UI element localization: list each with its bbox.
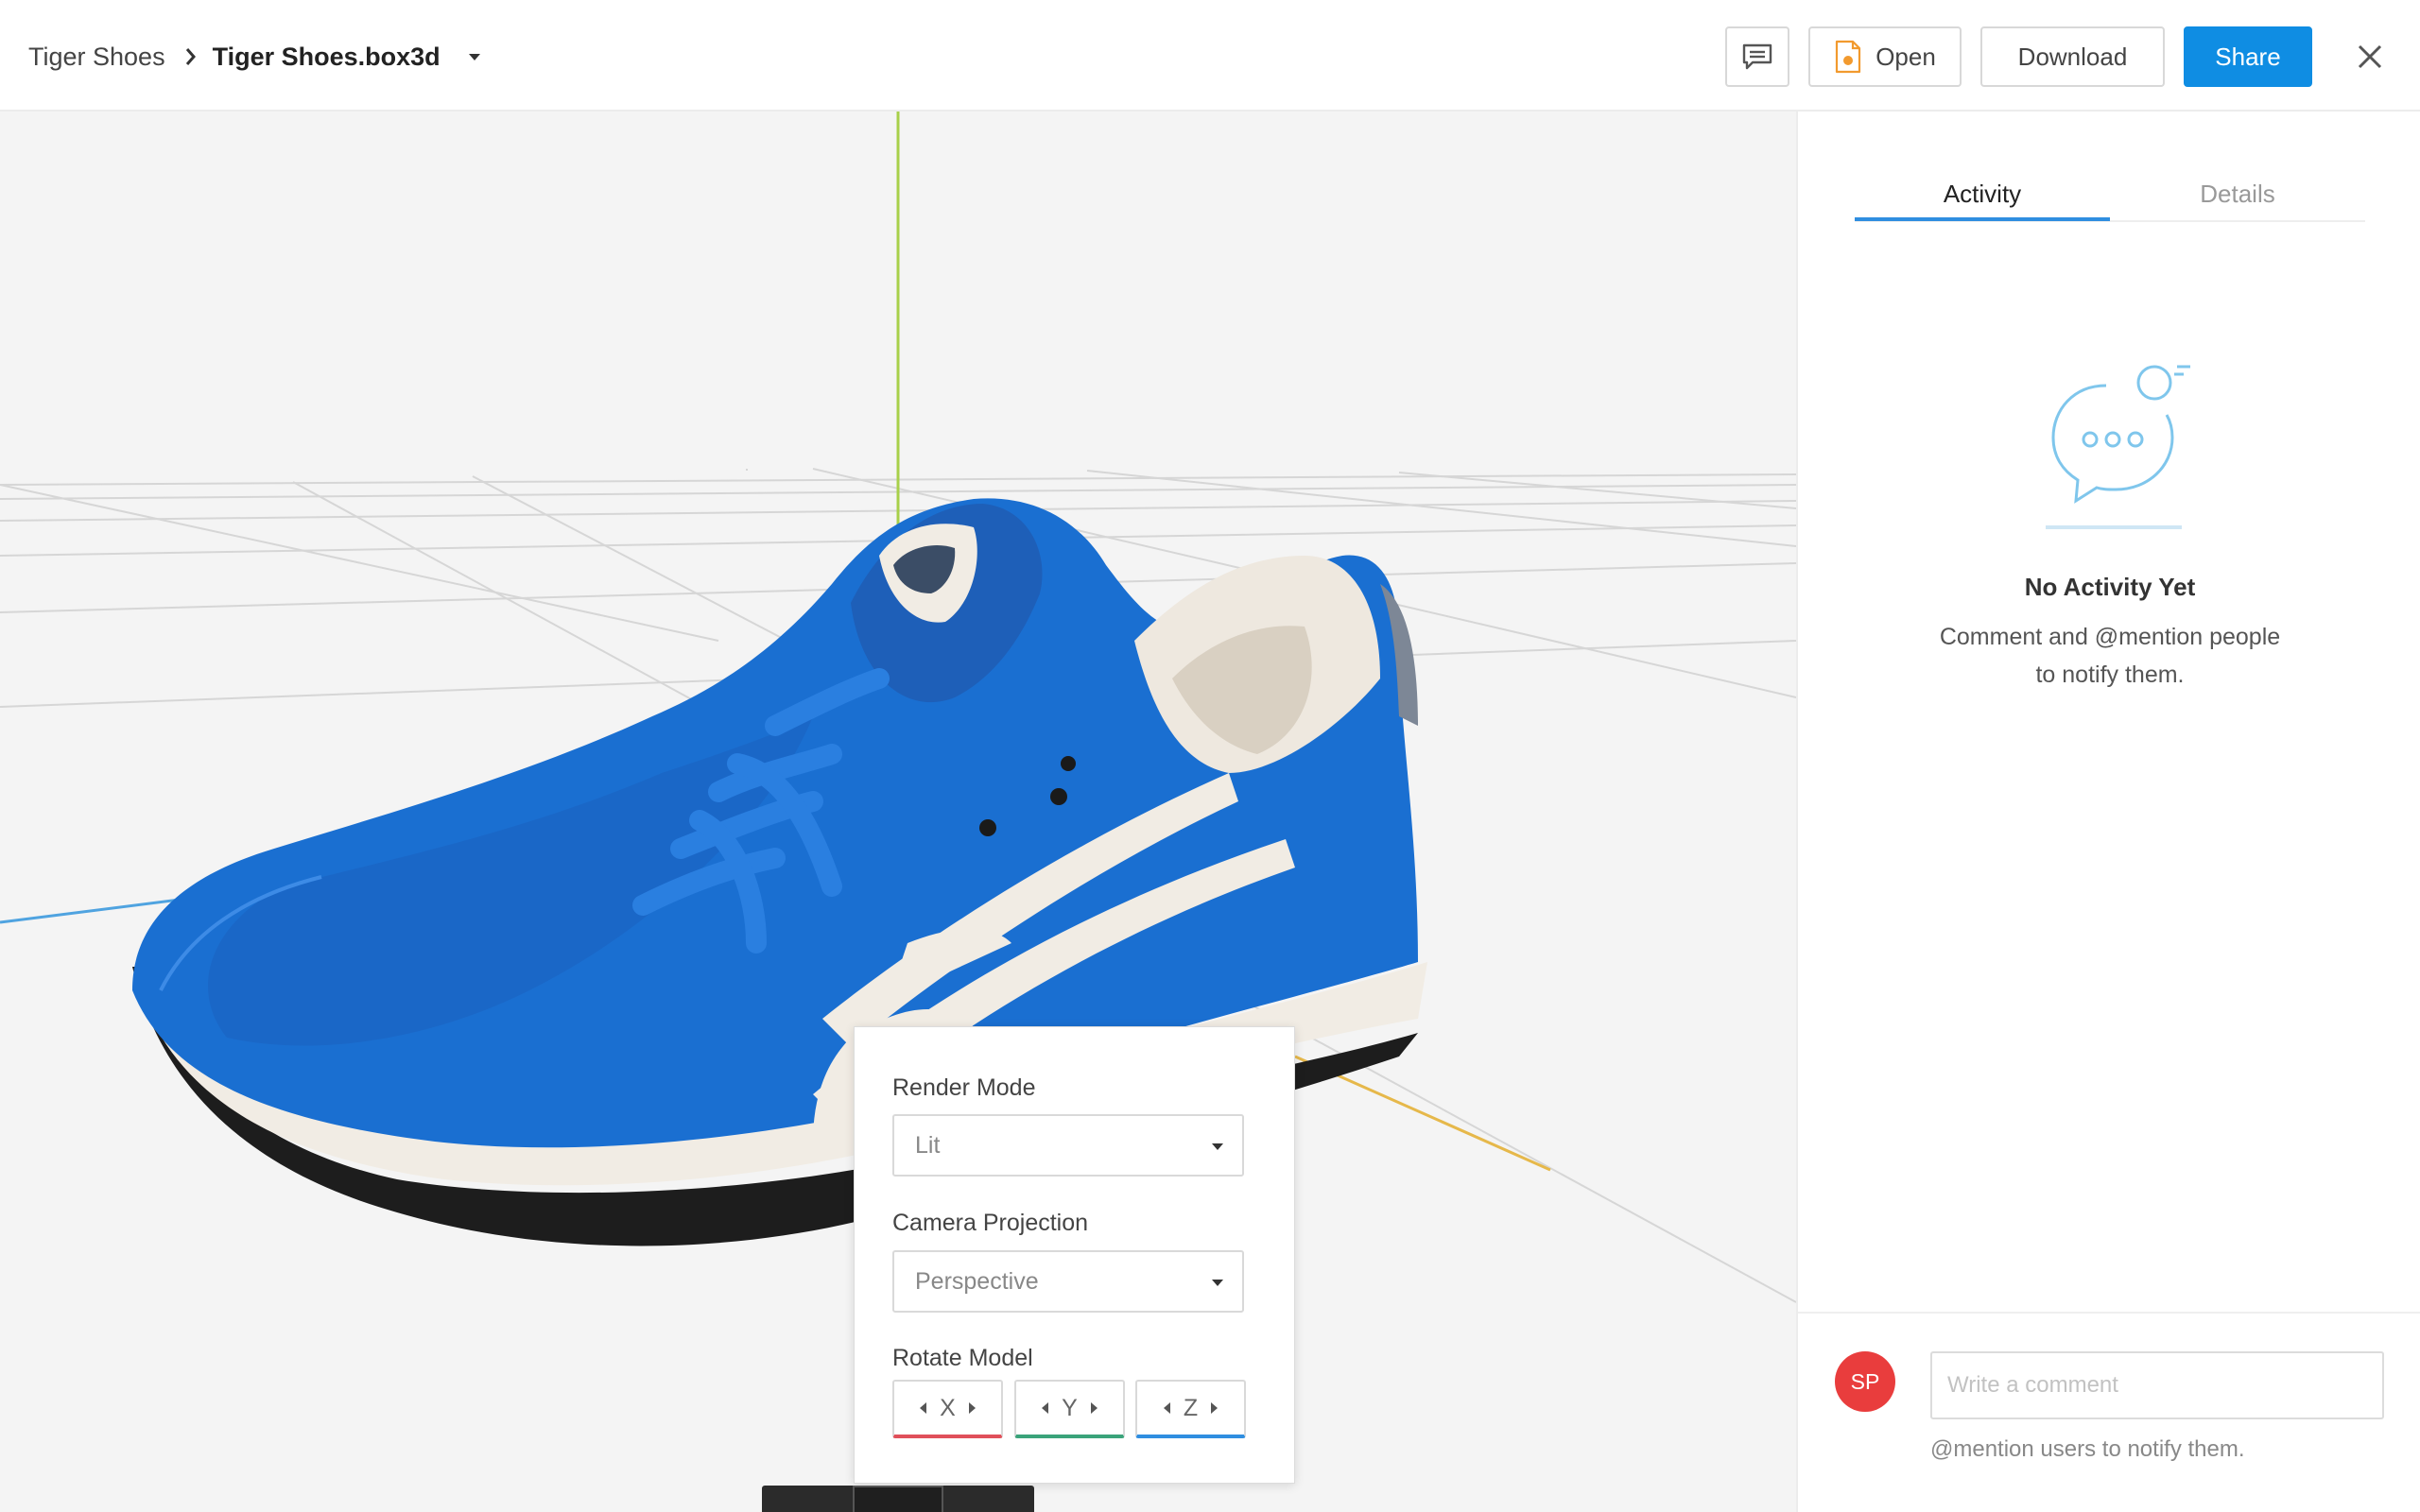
empty-state-title: No Activity Yet bbox=[2024, 573, 2196, 601]
camera-projection-select[interactable]: Perspective bbox=[892, 1250, 1244, 1313]
axis-z-label: Z bbox=[1183, 1394, 1199, 1421]
download-button[interactable]: Download bbox=[1980, 26, 2165, 87]
empty-state-line: Comment and @mention people bbox=[1939, 624, 2281, 650]
close-icon[interactable] bbox=[2351, 38, 2389, 76]
settings-popover: Render Mode Lit Camera Projection Perspe… bbox=[854, 1026, 1295, 1484]
comment-divider bbox=[1798, 1312, 2420, 1314]
fullscreen-button[interactable] bbox=[943, 1486, 1034, 1512]
caret-down-icon bbox=[1212, 1143, 1223, 1150]
camera-projection-label: Camera Projection bbox=[892, 1210, 1089, 1236]
camera-projection-value: Perspective bbox=[915, 1267, 1039, 1295]
rotate-y-control[interactable]: Y bbox=[1014, 1380, 1125, 1438]
settings-button[interactable] bbox=[853, 1486, 943, 1512]
arrow-left-icon[interactable] bbox=[1163, 1402, 1170, 1414]
render-mode-value: Lit bbox=[915, 1131, 941, 1159]
tab-details[interactable]: Details bbox=[2110, 166, 2365, 221]
empty-state-line: to notify them. bbox=[2035, 662, 2185, 688]
3d-viewport[interactable]: Render Mode Lit Camera Projection Perspe… bbox=[0, 112, 1796, 1512]
arrow-right-icon[interactable] bbox=[1211, 1402, 1219, 1414]
caret-down-icon[interactable] bbox=[467, 36, 482, 77]
open-button[interactable]: Open bbox=[1808, 26, 1962, 87]
arrow-right-icon[interactable] bbox=[968, 1402, 976, 1414]
mention-hint: @mention users to notify them. bbox=[1930, 1436, 2245, 1462]
axis-x-label: X bbox=[940, 1394, 956, 1421]
activity-sidebar: Activity Details No Activity Yet Comment… bbox=[1796, 112, 2420, 1512]
chevron-right-icon bbox=[185, 48, 196, 65]
arrow-left-icon[interactable] bbox=[920, 1402, 927, 1414]
avatar: SP bbox=[1835, 1351, 1895, 1412]
breadcrumb-parent-link[interactable]: Tiger Shoes bbox=[28, 43, 165, 72]
caret-down-icon bbox=[1212, 1280, 1223, 1286]
rotate-x-control[interactable]: X bbox=[892, 1380, 1003, 1438]
rotate-model-label: Rotate Model bbox=[892, 1345, 1033, 1371]
comment-input[interactable] bbox=[1930, 1351, 2384, 1419]
arrow-right-icon[interactable] bbox=[1090, 1402, 1098, 1414]
chat-bubble-icon bbox=[2046, 365, 2190, 529]
active-tab-indicator bbox=[1855, 217, 2110, 221]
file-app-icon bbox=[1836, 40, 1861, 74]
comment-icon bbox=[1742, 43, 1772, 70]
reset-view-button[interactable] bbox=[762, 1486, 853, 1512]
breadcrumb-file-name: Tiger Shoes.box3d bbox=[212, 42, 441, 71]
share-button[interactable]: Share bbox=[2184, 26, 2312, 87]
render-mode-label: Render Mode bbox=[892, 1074, 1036, 1101]
top-header: Tiger Shoes Tiger Shoes.box3d Open Downl… bbox=[0, 0, 2420, 112]
viewer-toolbar bbox=[762, 1486, 1034, 1512]
rotate-z-control[interactable]: Z bbox=[1135, 1380, 1246, 1438]
tab-activity[interactable]: Activity bbox=[1855, 166, 2110, 221]
open-button-label: Open bbox=[1876, 42, 1936, 71]
breadcrumb: Tiger Shoes Tiger Shoes.box3d bbox=[28, 36, 482, 77]
render-mode-select[interactable]: Lit bbox=[892, 1114, 1244, 1177]
comment-button[interactable] bbox=[1725, 26, 1789, 87]
axis-y-label: Y bbox=[1062, 1394, 1078, 1421]
empty-state-text: Comment and @mention people to notify th… bbox=[1893, 618, 2327, 694]
arrow-left-icon[interactable] bbox=[1042, 1402, 1049, 1414]
